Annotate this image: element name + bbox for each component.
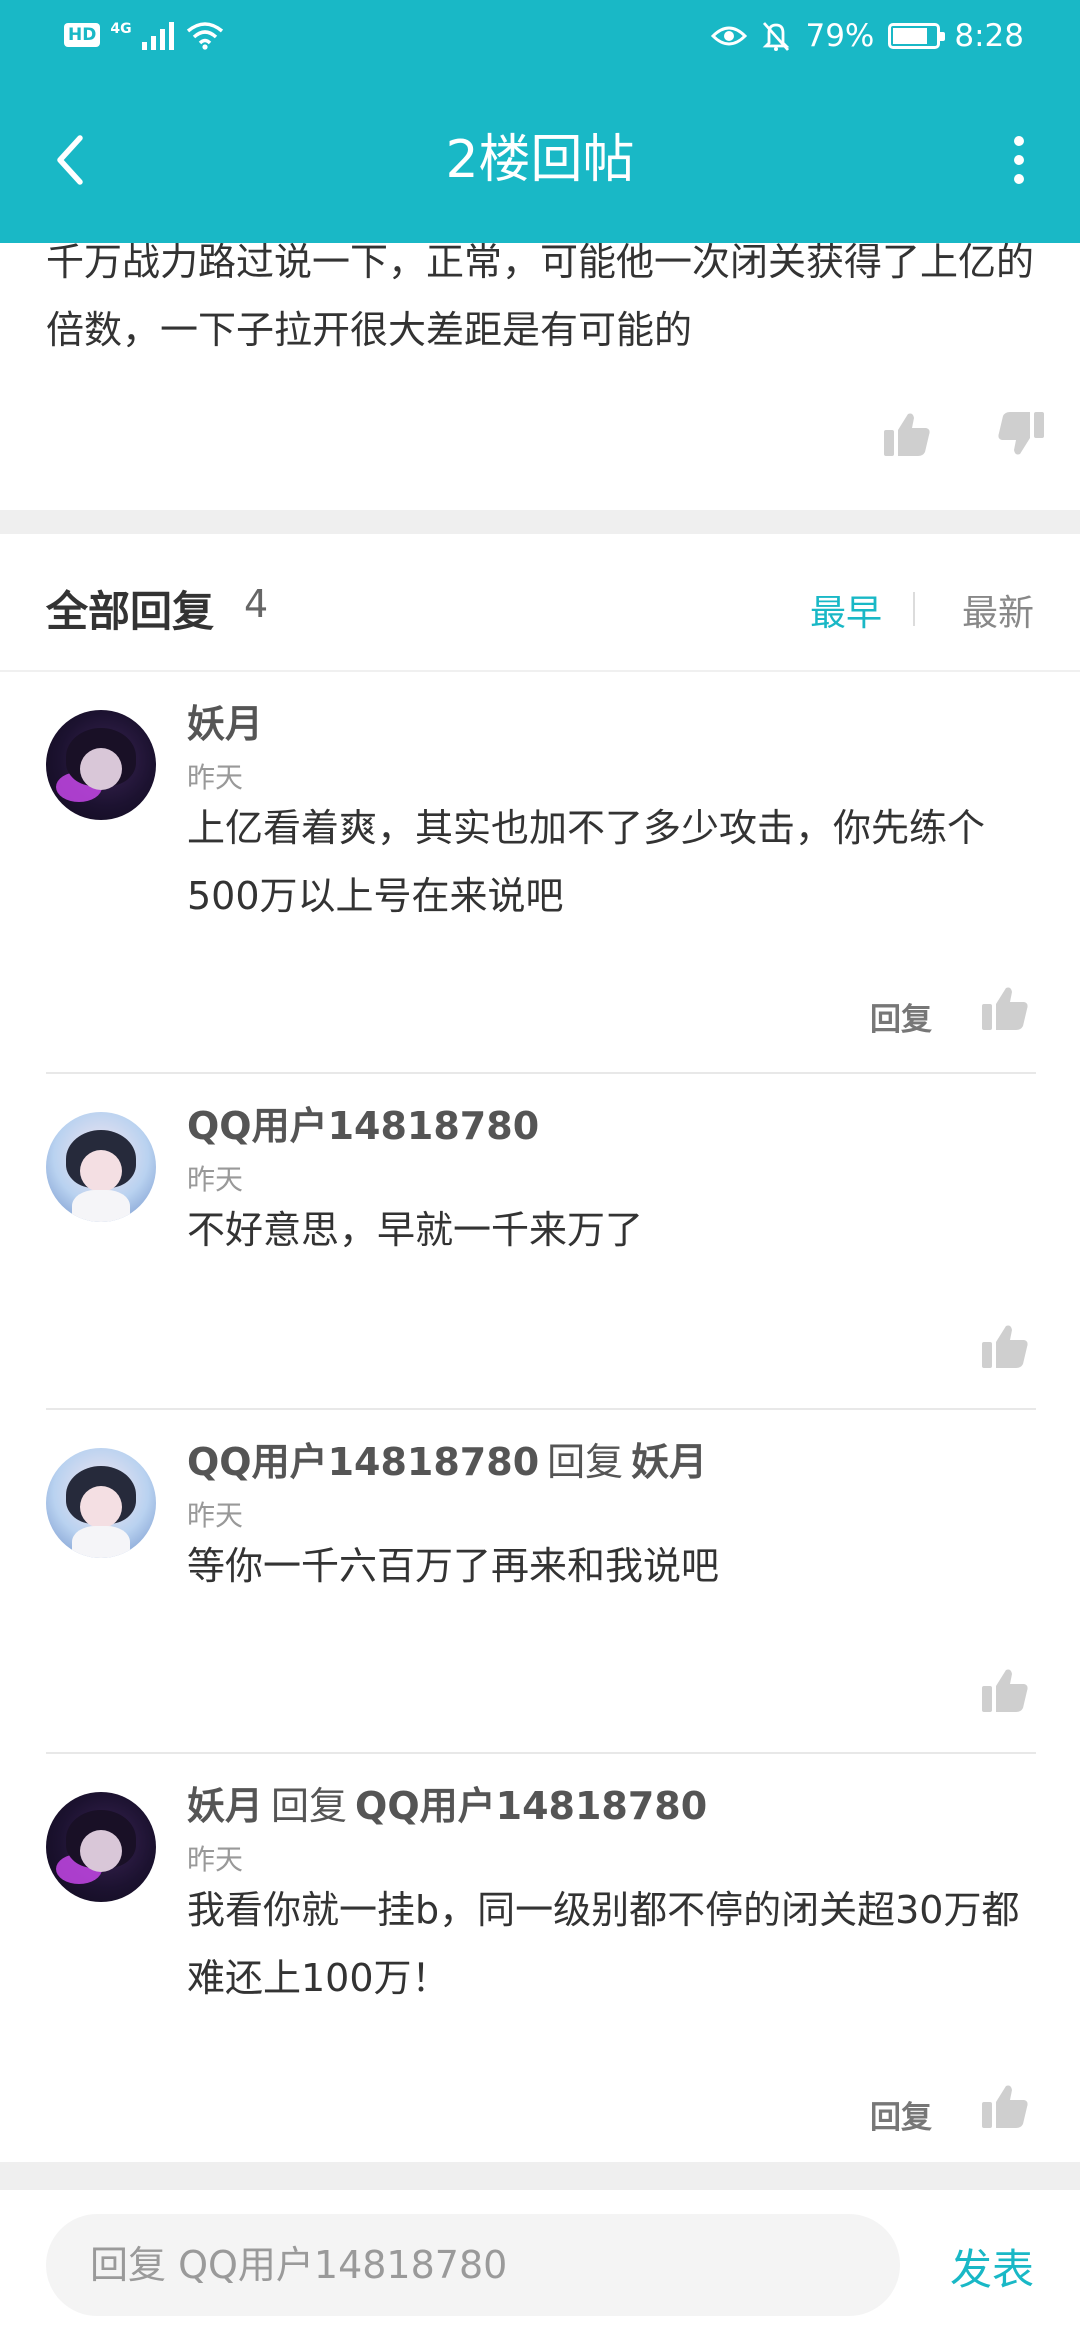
bottom-divider xyxy=(0,2162,1080,2190)
battery-fill xyxy=(893,28,927,44)
reply-username[interactable]: 妖月 xyxy=(187,702,263,746)
reply-word: 回复 xyxy=(547,1440,624,1484)
reply-button[interactable]: 回复 xyxy=(870,994,932,1039)
reply-target-username[interactable]: QQ用户14818780 xyxy=(355,1784,707,1828)
reply-text: 等你一千六百万了再来和我说吧 xyxy=(187,1544,720,1588)
reply-compose-bar: 发表 xyxy=(0,2190,1080,2340)
battery-percent: 79% xyxy=(805,18,875,54)
like-icon[interactable] xyxy=(980,1322,1030,1370)
dislike-icon[interactable] xyxy=(996,410,1046,458)
signal-icon xyxy=(141,22,174,50)
status-right: 79% 8:28 xyxy=(711,18,1024,54)
sort-earliest-tab[interactable]: 最早 xyxy=(810,584,882,636)
reply-head: 妖月 xyxy=(187,700,263,748)
status-left: HD 4G xyxy=(64,20,224,50)
reply-item: QQ用户14818780 昨天 不好意思，早就一千来万了 xyxy=(46,1074,1036,1410)
reply-text: 我看你就一挂b，同一级别都不停的闭关超30万都难还上100万！ xyxy=(187,1888,1020,2000)
hd-badge: HD xyxy=(64,23,101,47)
reply-item: 妖月 昨天 上亿看着爽，其实也加不了多少攻击，你先练个500万以上号在来说吧 回… xyxy=(46,672,1036,1074)
avatar-face xyxy=(80,1486,122,1528)
sort-divider xyxy=(913,592,915,626)
reply-word: 回复 xyxy=(271,1784,348,1828)
reply-head: QQ用户14818780 xyxy=(187,1102,539,1150)
reply-text: 上亿看着爽，其实也加不了多少攻击，你先练个500万以上号在来说吧 xyxy=(187,806,986,918)
eye-icon xyxy=(711,26,748,46)
reply-username[interactable]: QQ用户14818780 xyxy=(187,1440,539,1484)
avatar-qquser[interactable] xyxy=(46,1112,156,1222)
more-dot xyxy=(1014,136,1024,146)
replies-count: 4 xyxy=(244,582,269,626)
reply-time: 昨天 xyxy=(187,761,244,794)
reply-time: 昨天 xyxy=(187,1499,244,1532)
replies-title: 全部回复 xyxy=(46,587,215,636)
floor-post: 千万战力路过说一下，正常，可能他一次闭关获得了上亿的倍数，一下子拉开很大差距是有… xyxy=(0,210,1080,510)
section-divider xyxy=(0,510,1080,534)
reply-time: 昨天 xyxy=(187,1843,244,1876)
avatar-body xyxy=(72,1526,130,1558)
like-icon[interactable] xyxy=(980,2082,1030,2130)
reply-target-username[interactable]: 妖月 xyxy=(631,1440,707,1484)
clock: 8:28 xyxy=(954,18,1024,54)
more-dot xyxy=(1014,155,1024,165)
reply-username[interactable]: 妖月 xyxy=(187,1784,263,1828)
like-icon[interactable] xyxy=(980,984,1030,1032)
page-title: 2楼回帖 xyxy=(445,130,635,190)
network-type: 4G xyxy=(110,21,132,37)
status-bar: HD 4G 79% 8:28 xyxy=(0,0,1080,75)
avatar-yaoyue[interactable] xyxy=(46,710,156,820)
reply-head: 妖月 回复 QQ用户14818780 xyxy=(187,1782,707,1830)
reply-text: 不好意思，早就一千来万了 xyxy=(187,1208,644,1252)
more-dot xyxy=(1014,174,1024,184)
publish-button[interactable]: 发表 xyxy=(950,2236,1034,2297)
avatar-qquser[interactable] xyxy=(46,1448,156,1558)
reply-head: QQ用户14818780 回复 妖月 xyxy=(187,1438,707,1486)
battery-icon xyxy=(888,23,946,49)
avatar-face xyxy=(80,748,122,790)
like-icon[interactable] xyxy=(980,1666,1030,1714)
replies-header: 全部回复 4 最早 最新 xyxy=(0,534,1080,672)
bell-muted-icon xyxy=(763,22,790,51)
reply-username[interactable]: QQ用户14818780 xyxy=(187,1104,539,1148)
reply-item: 妖月 回复 QQ用户14818780 昨天 我看你就一挂b，同一级别都不停的闭关超3… xyxy=(46,1754,1036,2162)
wifi-icon xyxy=(186,22,223,50)
avatar-face xyxy=(80,1830,122,1872)
reply-item: QQ用户14818780 回复 妖月 昨天 等你一千六百万了再来和我说吧 xyxy=(46,1410,1036,1754)
avatar-yaoyue[interactable] xyxy=(46,1792,156,1902)
sort-latest-tab[interactable]: 最新 xyxy=(962,584,1034,636)
nav-bar: 2楼回帖 xyxy=(0,80,1080,240)
avatar-body xyxy=(72,1190,130,1222)
more-vertical-icon[interactable] xyxy=(994,120,1044,200)
post-text: 千万战力路过说一下，正常，可能他一次闭关获得了上亿的倍数，一下子拉开很大差距是有… xyxy=(46,240,1035,352)
reply-input[interactable] xyxy=(46,2214,900,2316)
like-icon[interactable] xyxy=(882,410,932,458)
post-actions xyxy=(882,410,1046,458)
app-header: HD 4G 79% 8:28 2楼回帖 xyxy=(0,0,1080,243)
reply-button[interactable]: 回复 xyxy=(870,2092,932,2137)
reply-time: 昨天 xyxy=(187,1163,244,1196)
avatar-face xyxy=(80,1150,122,1192)
